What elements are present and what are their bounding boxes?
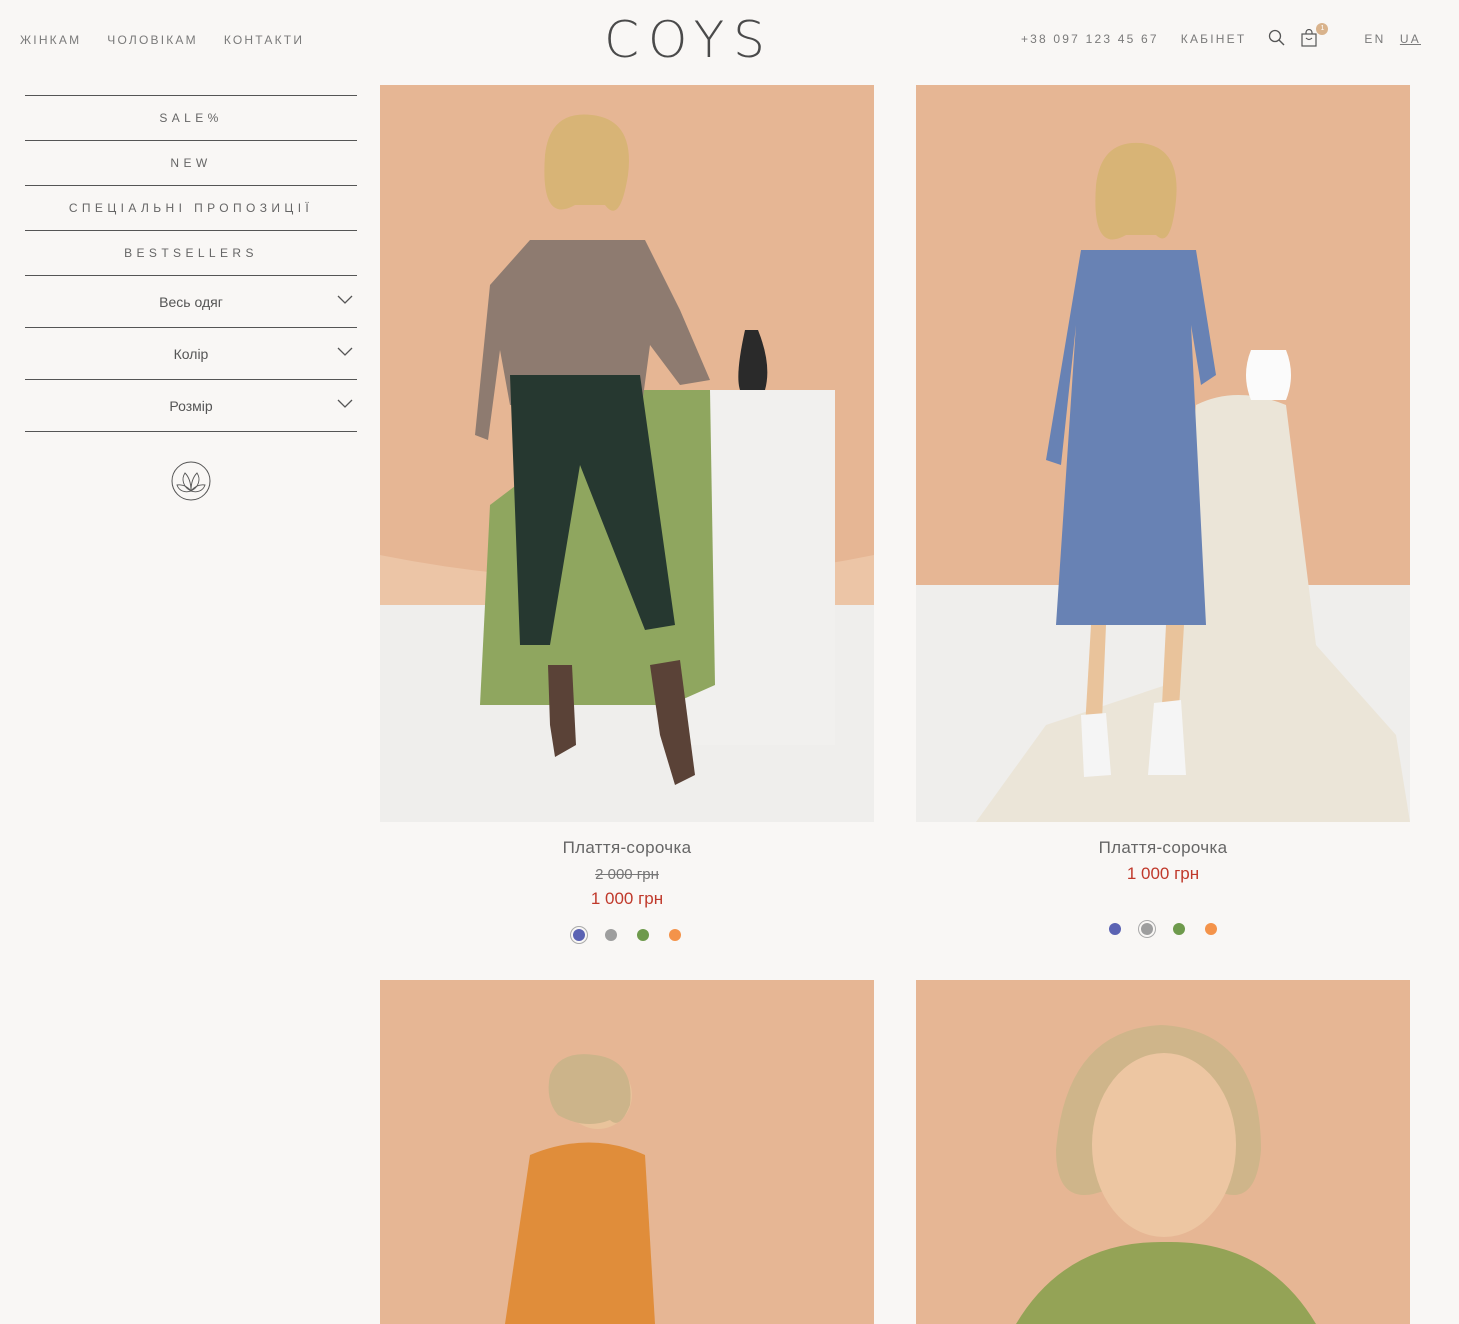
main-nav: Жінкам Чоловікам Контакти	[20, 33, 304, 47]
product-photo-illustration	[916, 980, 1410, 1324]
product-old-price: 2 000 грн	[595, 866, 659, 883]
product-card[interactable]	[380, 980, 874, 1324]
language-switcher: EN UA	[1354, 30, 1421, 48]
product-photo-illustration	[380, 980, 874, 1324]
sidebar-divider	[25, 431, 357, 432]
nav-contacts[interactable]: Контакти	[224, 33, 304, 47]
product-card[interactable]	[916, 980, 1410, 1324]
swatch-blue[interactable]	[570, 926, 588, 944]
swatch-grey[interactable]	[605, 929, 617, 941]
sidebar-item-special-offers[interactable]: Спеціальні пропозиції	[25, 185, 357, 230]
chevron-down-icon	[337, 399, 353, 408]
product-price: 1 000 грн	[1126, 864, 1200, 883]
site-header: Жінкам Чоловікам Контакти COYS +38 097 1…	[0, 0, 1459, 80]
product-name[interactable]: Плаття-сорочка	[380, 838, 874, 858]
product-card[interactable]: Плаття-сорочка 1 000 грн	[916, 85, 1410, 938]
product-price: 1 000 грн	[590, 889, 664, 908]
sidebar-item-sale[interactable]: SALE%	[25, 95, 357, 140]
cart-count-badge: 1	[1316, 23, 1329, 35]
nav-men[interactable]: Чоловікам	[107, 33, 198, 47]
sidebar-item-bestsellers[interactable]: BESTSELLERS	[25, 230, 357, 275]
leaf-logo-icon	[171, 461, 211, 501]
swatch-blue[interactable]	[1109, 923, 1121, 935]
product-photo[interactable]	[380, 980, 874, 1324]
swatch-green[interactable]	[637, 929, 649, 941]
nav-women[interactable]: Жінкам	[20, 33, 81, 47]
product-photo[interactable]	[916, 980, 1410, 1324]
sidebar: SALE% NEW Спеціальні пропозиції BESTSELL…	[25, 95, 357, 501]
lang-ua[interactable]: UA	[1400, 32, 1421, 46]
filter-color[interactable]: Колір	[25, 327, 357, 379]
cabinet-link[interactable]: Кабінет	[1181, 32, 1247, 46]
filter-label: Розмір	[169, 397, 213, 414]
product-photo-illustration	[916, 85, 1410, 822]
sidebar-item-new[interactable]: NEW	[25, 140, 357, 185]
phone-link[interactable]: +38 097 123 45 67	[1021, 32, 1159, 46]
filter-size[interactable]: Розмір	[25, 379, 357, 431]
filter-all-clothes[interactable]: Весь одяг	[25, 275, 357, 327]
header-actions: +38 097 123 45 67 Кабінет 1 EN UA	[1021, 23, 1421, 49]
swatch-green[interactable]	[1173, 923, 1185, 935]
chevron-down-icon	[337, 295, 353, 304]
lang-en[interactable]: EN	[1364, 32, 1385, 46]
color-swatches	[916, 920, 1410, 938]
product-card[interactable]: Плаття-сорочка 2 000 грн 1 000 грн	[380, 85, 874, 944]
swatch-grey[interactable]	[1138, 920, 1156, 938]
product-photo[interactable]	[916, 85, 1410, 822]
search-icon[interactable]	[1268, 29, 1288, 49]
filter-label: Колір	[173, 345, 209, 362]
product-photo-illustration	[380, 85, 874, 822]
product-photo[interactable]	[380, 85, 874, 822]
site-logo[interactable]: COYS	[604, 12, 774, 68]
chevron-down-icon	[337, 347, 353, 356]
swatch-orange[interactable]	[669, 929, 681, 941]
cart-icon[interactable]: 1	[1300, 23, 1329, 49]
product-name[interactable]: Плаття-сорочка	[916, 838, 1410, 858]
swatch-orange[interactable]	[1205, 923, 1217, 935]
filter-label: Весь одяг	[159, 293, 223, 310]
color-swatches	[380, 926, 874, 944]
